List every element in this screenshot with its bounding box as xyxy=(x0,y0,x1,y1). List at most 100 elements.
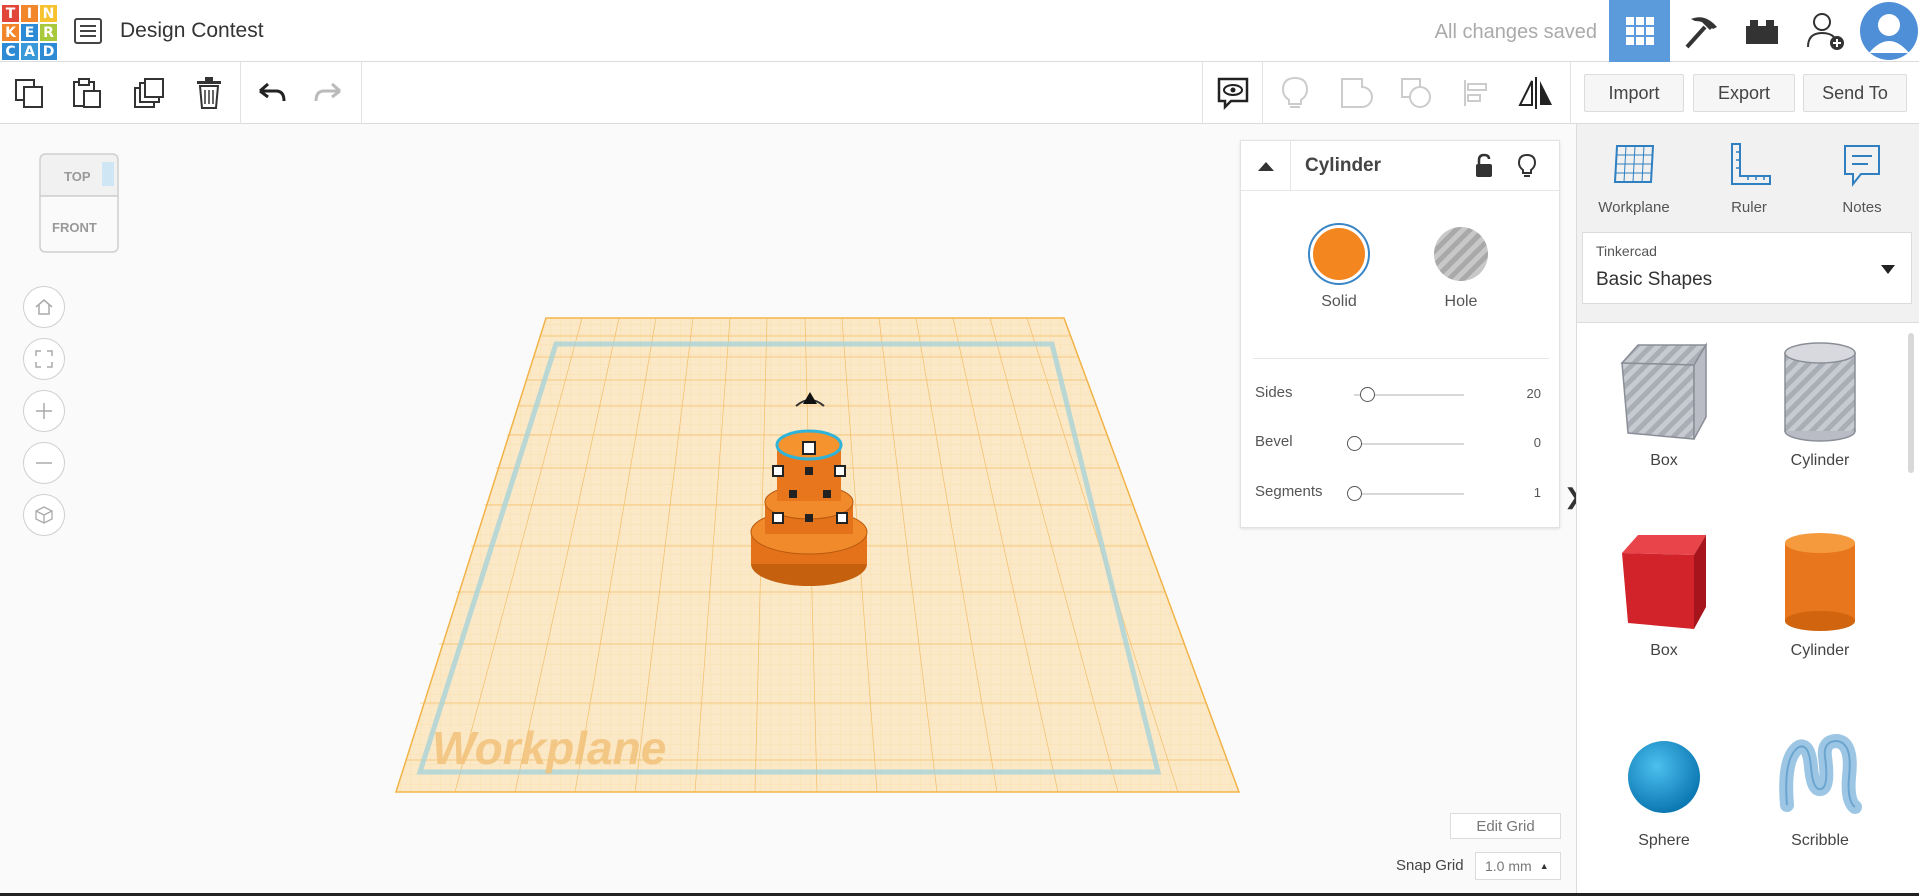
shape-hole-cylinder[interactable]: Cylinder xyxy=(1745,337,1895,470)
grid-view-button[interactable] xyxy=(1609,0,1670,62)
delete-button[interactable] xyxy=(188,72,230,114)
zoom-out-button[interactable] xyxy=(23,442,65,484)
prop-segments-value[interactable]: 1 xyxy=(1534,485,1541,500)
blocks-pickaxe-button[interactable] xyxy=(1670,0,1731,62)
shape-library-select[interactable]: Tinkercad Basic Shapes xyxy=(1582,232,1912,304)
zoom-out-icon xyxy=(36,462,52,464)
shape-hole-box[interactable]: Box xyxy=(1589,337,1739,470)
undo-icon xyxy=(259,82,286,102)
paste-icon xyxy=(73,78,101,108)
shape-sphere[interactable]: Sphere xyxy=(1589,727,1739,850)
home-view-icon xyxy=(35,299,53,315)
hole-swatch[interactable] xyxy=(1434,227,1488,281)
redo-button[interactable] xyxy=(308,72,350,114)
shape-label: Box xyxy=(1650,452,1678,469)
shape-solid-box[interactable]: Box xyxy=(1589,527,1739,660)
mirror-icon xyxy=(1518,77,1552,109)
workplane[interactable]: Workplane xyxy=(0,124,1240,804)
save-status: All changes saved xyxy=(1434,21,1597,43)
notes-toggle-icon xyxy=(1217,77,1249,110)
align-button[interactable] xyxy=(1456,72,1498,114)
zoom-in-icon xyxy=(36,403,52,419)
collapse-inspector-button[interactable] xyxy=(1241,141,1291,191)
delete-icon xyxy=(197,77,221,109)
notes-toggle-button[interactable] xyxy=(1212,72,1254,114)
ruler-tool[interactable]: Ruler xyxy=(1699,142,1799,216)
light-bulb-icon[interactable] xyxy=(1517,153,1537,179)
shape-gallery: Box Cylinder Box Cylinder Sphere Scribbl… xyxy=(1577,322,1919,896)
toolbar-divider xyxy=(361,62,362,124)
paste-button[interactable] xyxy=(66,72,108,114)
ruler-icon xyxy=(1731,143,1771,185)
shape-inspector: Cylinder Solid Hole Sides 20 Bevel 0 Seg… xyxy=(1240,140,1560,528)
shape-label: Cylinder xyxy=(1790,452,1850,469)
toolbar-divider xyxy=(1202,62,1203,124)
shape-label: Cylinder xyxy=(1790,642,1850,659)
notes-tool[interactable]: Notes xyxy=(1812,142,1912,216)
solid-label: Solid xyxy=(1321,293,1357,310)
library-name: Basic Shapes xyxy=(1596,269,1713,290)
snap-grid-select[interactable]: 1.0 mm ▲ xyxy=(1475,852,1561,880)
send-to-button[interactable]: Send To xyxy=(1803,74,1907,112)
inspector-title: Cylinder xyxy=(1305,155,1382,176)
ungroup-button[interactable] xyxy=(1395,72,1437,114)
prop-segments-label: Segments xyxy=(1255,483,1323,500)
invite-user-button[interactable] xyxy=(1795,0,1856,62)
group-button[interactable] xyxy=(1335,72,1377,114)
toolbar-divider xyxy=(1570,62,1571,124)
export-button[interactable]: Export xyxy=(1693,74,1795,112)
grid-view-icon xyxy=(1625,17,1654,45)
workplane-watermark: Workplane xyxy=(432,722,666,774)
design-title[interactable]: Design Contest xyxy=(120,19,264,43)
bricks-button[interactable] xyxy=(1731,0,1792,62)
solid-swatch[interactable] xyxy=(1308,223,1370,285)
view-cube-front-label[interactable]: FRONT xyxy=(52,220,97,235)
import-button[interactable]: Import xyxy=(1584,74,1684,112)
edit-toolbar: Import Export Send To xyxy=(0,62,1919,124)
prop-sides-value[interactable]: 20 xyxy=(1527,386,1541,401)
prop-bevel-value[interactable]: 0 xyxy=(1534,435,1541,450)
workplane-icon xyxy=(1613,145,1655,183)
bevel-slider-knob[interactable] xyxy=(1347,436,1362,451)
segments-slider-track[interactable] xyxy=(1354,493,1464,495)
undo-button[interactable] xyxy=(250,72,292,114)
dropdown-caret-icon xyxy=(1881,265,1895,274)
design-list-icon[interactable] xyxy=(74,18,102,44)
bevel-slider-track[interactable] xyxy=(1354,443,1464,445)
snap-grid-label: Snap Grid xyxy=(1396,857,1464,874)
shape-gallery-scrollbar[interactable] xyxy=(1908,333,1914,473)
edit-grid-button[interactable]: Edit Grid xyxy=(1450,813,1561,839)
toolbar-divider xyxy=(240,62,241,124)
redo-icon xyxy=(314,82,341,102)
workplane-tool[interactable]: Workplane xyxy=(1584,142,1684,216)
tinkercad-logo[interactable]: T I N K E R C A D xyxy=(2,5,57,60)
copy-button[interactable] xyxy=(8,72,50,114)
logo-letter: T xyxy=(2,5,19,22)
view-cube[interactable]: TOP FRONT xyxy=(36,152,122,254)
sphere-icon xyxy=(1628,741,1700,813)
ungroup-icon xyxy=(1401,78,1431,108)
view-cube-top-label[interactable]: TOP xyxy=(64,169,91,184)
avatar[interactable] xyxy=(1858,0,1919,62)
segments-slider-knob[interactable] xyxy=(1347,486,1362,501)
sides-slider-knob[interactable] xyxy=(1360,387,1376,402)
top-header: T I N K E R C A D Design Contest All cha… xyxy=(0,0,1919,62)
library-source: Tinkercad xyxy=(1596,243,1657,259)
duplicate-button[interactable] xyxy=(128,72,170,114)
perspective-button[interactable] xyxy=(23,494,65,536)
lock-icon[interactable] xyxy=(1473,153,1495,179)
home-view-button[interactable] xyxy=(23,286,65,328)
group-icon xyxy=(1341,78,1373,108)
align-icon xyxy=(1464,80,1487,106)
pickaxe-icon xyxy=(1685,17,1717,49)
fit-view-button[interactable] xyxy=(23,338,65,380)
inspector-header: Cylinder xyxy=(1241,141,1559,191)
bricks-icon xyxy=(1745,20,1778,44)
zoom-in-button[interactable] xyxy=(23,390,65,432)
right-panel: Workplane Ruler Notes Tinkercad Basic Sh… xyxy=(1576,124,1919,896)
light-bulb-icon xyxy=(1281,76,1309,108)
mirror-button[interactable] xyxy=(1515,72,1557,114)
shape-solid-cylinder[interactable]: Cylinder xyxy=(1745,527,1895,660)
shape-scribble[interactable]: Scribble xyxy=(1745,727,1895,850)
light-bulb-button[interactable] xyxy=(1274,72,1316,114)
